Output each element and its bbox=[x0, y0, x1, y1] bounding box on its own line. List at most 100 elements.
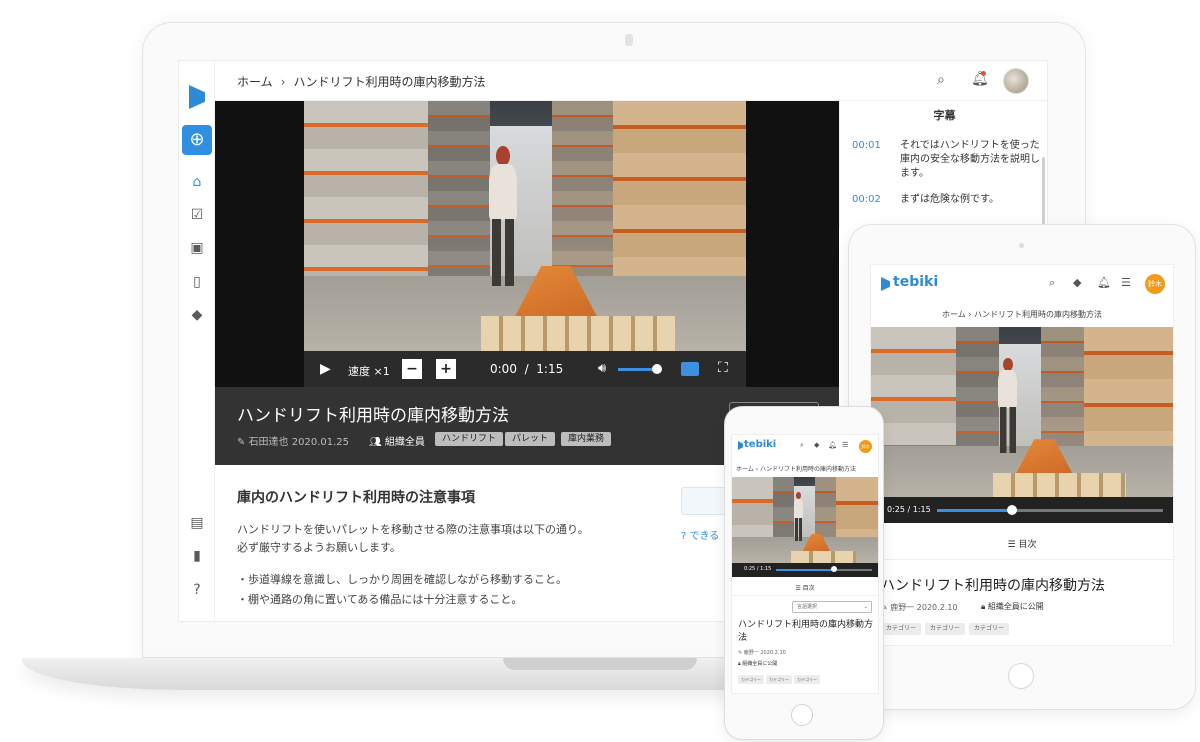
volume-handle[interactable] bbox=[652, 364, 663, 374]
video-frame[interactable] bbox=[304, 101, 746, 351]
phone-home-button[interactable] bbox=[791, 704, 813, 726]
duration: 1:15 bbox=[536, 362, 564, 376]
calendar-check-icon[interactable]: ☑ bbox=[188, 206, 206, 224]
transcript-text: それではハンドリフトを使った庫内の安全な移動方法を説明します。 bbox=[900, 140, 1040, 179]
bell-icon[interactable]: 🔔︎ bbox=[828, 441, 837, 449]
app-logo[interactable]: tebiki bbox=[893, 274, 938, 290]
home-icon[interactable]: ⌂ bbox=[188, 173, 206, 191]
help-icon: ? bbox=[681, 531, 690, 542]
progress-handle[interactable] bbox=[1006, 505, 1017, 515]
transcript-panel: 字幕 00:01 それではハンドリフトを使った庫内の安全な移動方法を説明します。… bbox=[839, 101, 1047, 229]
video-title: ハンドリフト利用時の庫内移動方法 bbox=[237, 406, 509, 426]
breadcrumb: ホーム › ハンドリフト利用時の庫内移動方法 bbox=[237, 73, 485, 90]
author-date: ✎ 石田達也 2020.01.25 bbox=[237, 433, 349, 448]
toc-toggle[interactable]: ☰ 目次 bbox=[871, 537, 1173, 550]
menu-icon[interactable]: ☰ bbox=[1121, 276, 1131, 289]
menu-icon[interactable]: ☰ bbox=[842, 441, 848, 449]
tag-icon[interactable]: ◆ bbox=[1073, 276, 1081, 289]
author-date-text: 石田達也 2020.01.25 bbox=[248, 437, 349, 448]
app-logo-icon bbox=[738, 441, 743, 450]
help-icon[interactable]: ? bbox=[188, 581, 206, 599]
bar-chart-icon[interactable]: ▮ bbox=[188, 547, 206, 565]
edit-icon: ✎ bbox=[237, 437, 249, 448]
avatar[interactable]: 鈴木 bbox=[859, 440, 872, 453]
fullscreen-icon[interactable]: ⛶ bbox=[718, 360, 728, 376]
tablet-home-button[interactable] bbox=[1008, 663, 1034, 689]
speed-increase-button[interactable]: + bbox=[436, 359, 456, 379]
lock-icon: 🔒︎ bbox=[981, 602, 988, 611]
book-icon[interactable]: ▯ bbox=[188, 273, 206, 291]
bell-icon[interactable]: 🔔︎ bbox=[971, 71, 989, 87]
toc-label[interactable]: 目次 bbox=[1018, 540, 1036, 550]
tag-icon[interactable]: ◆ bbox=[814, 441, 819, 449]
time-separator: / bbox=[524, 362, 529, 376]
list-icon: ☰ bbox=[1007, 540, 1019, 550]
tag-icon[interactable]: ◆ bbox=[188, 306, 206, 324]
tag-chip[interactable]: 庫内業務 bbox=[561, 432, 612, 446]
video-library-icon[interactable]: ▣ bbox=[188, 239, 206, 257]
laptop-notch bbox=[503, 658, 697, 670]
breadcrumb: ホーム › ハンドリフト利用時の庫内移動方法 bbox=[736, 466, 857, 473]
bell-icon[interactable]: 🔔︎ bbox=[1097, 276, 1111, 289]
scope-text: 組織全員に公開 bbox=[987, 602, 1044, 611]
app-logo[interactable]: tebiki bbox=[744, 439, 776, 450]
progress-handle[interactable] bbox=[830, 566, 837, 572]
breadcrumb-home[interactable]: ホーム bbox=[237, 75, 273, 89]
tag-chip[interactable]: カテゴリー bbox=[925, 623, 966, 635]
tag-chip[interactable]: カテゴリー bbox=[794, 675, 820, 684]
scope: 🔒︎ 組織全員に公開 bbox=[981, 601, 1044, 612]
subtitles-icon[interactable] bbox=[681, 362, 699, 376]
player-controls: 0:25 / 1:15 bbox=[871, 497, 1173, 523]
video-title: ハンドリフト利用時の庫内移動方法 bbox=[738, 620, 874, 643]
avatar[interactable] bbox=[1003, 68, 1029, 94]
progress-fill bbox=[776, 569, 834, 571]
transcript-timestamp[interactable]: 00:02 bbox=[852, 193, 881, 207]
building-icon[interactable]: ▤ bbox=[188, 514, 206, 532]
search-icon[interactable]: ⌕ bbox=[1049, 276, 1055, 290]
tag-chip[interactable]: パレット bbox=[505, 432, 556, 446]
play-icon[interactable]: ▶ bbox=[320, 361, 331, 377]
breadcrumb: ホーム › ハンドリフト利用時の庫内移動方法 bbox=[941, 310, 1103, 319]
transcript-scrollbar[interactable] bbox=[1042, 157, 1045, 227]
app-logo-icon[interactable] bbox=[189, 85, 205, 109]
video-player[interactable]: 0:25 / 1:15 bbox=[871, 327, 1173, 523]
description-intro-2: 必ず厳守するようお願いします。 bbox=[237, 541, 401, 554]
tablet-screen: tebiki ⌕ ◆ 🔔︎ ☰ 鈴木 ホーム › ハンドリフト利用時の庫内移動方… bbox=[870, 264, 1174, 646]
author-date-text: 鹿野一 2020.2.10 bbox=[743, 650, 786, 656]
avatar[interactable]: 鈴木 bbox=[1145, 274, 1165, 294]
search-icon[interactable]: ⌕ bbox=[800, 441, 804, 450]
video-player[interactable]: 0:25 / 1:15 bbox=[732, 477, 878, 577]
video-player[interactable]: ▶ 速度 ×1 − + 0:00 / 1:15 🔊︎ ⛶ bbox=[215, 101, 839, 387]
tag-chip[interactable]: ハンドリフト bbox=[435, 432, 504, 446]
video-title: ハンドリフト利用時の庫内移動方法 bbox=[881, 578, 1105, 594]
toc-toggle[interactable]: ☰ 目次 bbox=[732, 583, 878, 592]
aside-link[interactable]: ? できる bbox=[681, 527, 719, 542]
video-frame[interactable] bbox=[871, 327, 1173, 497]
sidebar: ⊕ ⌂ ☑ ▣ ▯ ◆ ▤ ▮ ? bbox=[179, 61, 215, 621]
toc-label[interactable]: 目次 bbox=[803, 585, 815, 592]
time-display: 0:25 / 1:15 bbox=[887, 505, 931, 514]
player-controls: ▶ 速度 ×1 − + 0:00 / 1:15 🔊︎ ⛶ bbox=[304, 351, 746, 387]
header: ホーム › ハンドリフト利用時の庫内移動方法 ⌕ 🔔︎ bbox=[215, 61, 1047, 101]
chevron-right-icon: › bbox=[280, 75, 286, 89]
tag-chip[interactable]: カテゴリー bbox=[766, 675, 792, 684]
volume-icon[interactable]: 🔊︎ bbox=[598, 361, 606, 376]
video-frame[interactable] bbox=[732, 477, 878, 563]
time-display: 0:25 / 1:15 bbox=[744, 566, 772, 572]
search-icon[interactable]: ⌕ bbox=[937, 72, 945, 88]
aside-link-text[interactable]: できる bbox=[690, 531, 720, 542]
player-controls: 0:25 / 1:15 bbox=[732, 563, 878, 577]
tag-chip[interactable]: カテゴリー bbox=[969, 623, 1010, 635]
transcript-text: まずは危険な例です。 bbox=[900, 194, 999, 205]
scope: 🔒︎ 組織全員に公開 bbox=[738, 660, 777, 667]
tag-chip[interactable]: カテゴリー bbox=[881, 623, 922, 635]
description-bullet: ・棚や通路の角に置いてある備品には十分注意すること。 bbox=[237, 593, 523, 606]
description-intro: ハンドリフトを使いパレットを移動させる際の注意事項は以下の通り。 bbox=[237, 523, 589, 536]
chevron-down-icon: ⌄ bbox=[863, 604, 868, 610]
tag-chip[interactable]: カテゴリー bbox=[738, 675, 764, 684]
plus-circle-icon[interactable]: ⊕ bbox=[182, 125, 212, 155]
speed-label[interactable]: 速度 ×1 bbox=[348, 363, 390, 379]
transcript-timestamp[interactable]: 00:01 bbox=[852, 139, 881, 153]
speed-decrease-button[interactable]: − bbox=[402, 359, 422, 379]
language-select[interactable]: 言語選択 ⌄ bbox=[792, 601, 872, 613]
